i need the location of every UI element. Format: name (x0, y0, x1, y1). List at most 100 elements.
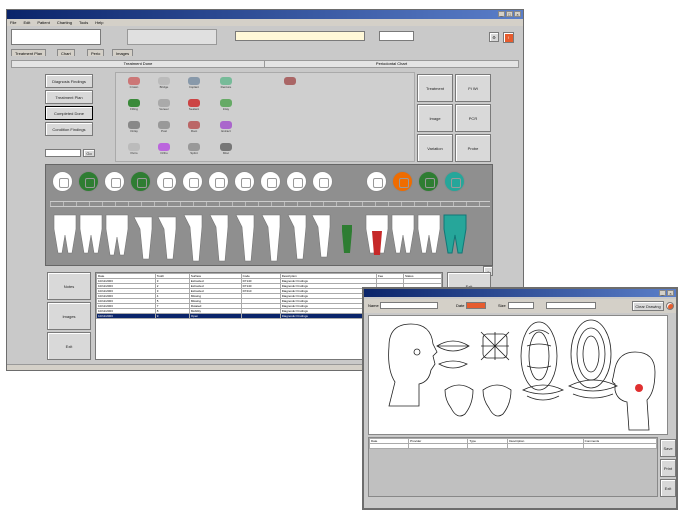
toothbrush-icon[interactable] (276, 75, 304, 97)
info-field[interactable] (235, 31, 365, 41)
tooth-occlusal[interactable] (260, 171, 281, 192)
tooth-occlusal[interactable] (234, 171, 255, 192)
table-cell (408, 443, 469, 449)
ortho-icon[interactable]: Ortho (150, 141, 178, 163)
inlay-icon[interactable]: Inlay (212, 97, 240, 119)
tooth-occlusal[interactable] (312, 171, 333, 192)
date-label: Date (456, 303, 465, 308)
post-icon[interactable]: Post (150, 119, 178, 141)
tooth-occlusal[interactable] (366, 171, 387, 192)
tab-chart[interactable]: Chart (57, 49, 75, 56)
alert-icon[interactable]: ! (503, 32, 514, 43)
condition-findings-button[interactable]: Condition Findings (45, 122, 93, 136)
tooth-occlusal[interactable] (52, 171, 73, 192)
tooth-occlusal[interactable] (156, 171, 177, 192)
name-field[interactable] (380, 302, 438, 309)
tooth-occlusal[interactable] (130, 171, 151, 192)
code-input[interactable] (45, 149, 81, 157)
menu-help[interactable]: Help (95, 19, 103, 26)
exit-image-button[interactable]: Exit (660, 479, 676, 497)
variation-button[interactable]: Variation (417, 134, 453, 162)
main-title-bar: _ □ × (7, 10, 523, 19)
procedure-icon-palette: Crown Bridge Implant Denture Filling Ven… (115, 72, 415, 162)
maximize-icon[interactable]: □ (506, 11, 513, 17)
minimize-icon[interactable]: _ (498, 11, 505, 17)
table-cell: 9 (154, 313, 190, 319)
sealant-label: Sealant (188, 107, 200, 111)
exit-left-button[interactable]: Exit (47, 332, 91, 360)
ft-wt-button[interactable]: Ft Wt (455, 74, 491, 102)
perio-label: Perio (130, 151, 138, 155)
pcr-button[interactable]: PCR (455, 104, 491, 132)
tab-images[interactable]: Images (112, 49, 134, 56)
tooth-occlusal[interactable] (444, 171, 465, 192)
filling-icon[interactable]: Filling (120, 97, 148, 119)
table-cell (240, 313, 281, 319)
size-field[interactable] (508, 302, 534, 309)
sealant-icon[interactable]: Sealant (180, 97, 208, 119)
close-icon[interactable]: × (514, 11, 521, 17)
patient-field[interactable] (11, 29, 101, 45)
table-cell (507, 443, 584, 449)
tooth-chart[interactable] (45, 164, 493, 266)
image-title-bar: _ × (364, 289, 676, 297)
treatment-button[interactable]: Treatment (417, 74, 453, 102)
tab-perio[interactable]: Perio (87, 49, 105, 56)
menu-tools[interactable]: Tools (79, 19, 88, 26)
table-row[interactable] (369, 443, 657, 449)
menu-edit[interactable]: Edit (23, 19, 30, 26)
inlay-label: Inlay (222, 107, 230, 111)
implant-icon[interactable]: Implant (180, 75, 208, 97)
onlay-icon[interactable]: Onlay (120, 119, 148, 141)
image-drawing-window: _ × Name Date Size Clear Drawing Date Pr… (362, 287, 678, 510)
bridge-label: Bridge (159, 85, 169, 89)
table-cell (467, 443, 509, 449)
patient-info-block (127, 29, 217, 45)
minimize-icon[interactable]: _ (659, 290, 666, 296)
tooth-occlusal[interactable] (392, 171, 413, 192)
menu-file[interactable]: File (10, 19, 16, 26)
misc-icon[interactable]: Misc (212, 141, 240, 163)
tooth-occlusal[interactable] (208, 171, 229, 192)
gear-icon[interactable]: ⚙ (489, 32, 499, 42)
filling-label: Filling (130, 107, 138, 111)
record-icon[interactable] (666, 302, 674, 310)
status-field (379, 31, 414, 41)
root-icon[interactable]: Root (180, 119, 208, 141)
extract-icon[interactable]: Extract (212, 119, 240, 141)
crown-icon[interactable]: Crown (120, 75, 148, 97)
ortho-label: Ortho (160, 151, 168, 155)
image-button[interactable]: Image (417, 104, 453, 132)
drawing-canvas[interactable] (368, 315, 668, 435)
tab-treatment-plan[interactable]: Treatment Plan (11, 49, 47, 56)
notes-button[interactable]: Notes (47, 272, 91, 300)
tooth-occlusal[interactable] (104, 171, 125, 192)
print-button[interactable]: Print (660, 459, 676, 477)
tooth-occlusal[interactable] (418, 171, 439, 192)
go-button[interactable]: Go (83, 149, 95, 157)
treatment-plan-button[interactable]: Treatment Plan (45, 90, 93, 104)
denture-icon[interactable]: Denture (212, 75, 240, 97)
onlay-label: Onlay (130, 129, 138, 133)
menu-patient[interactable]: Patient (37, 19, 49, 26)
splint-icon[interactable]: Splint (180, 141, 208, 163)
completed-done-button[interactable]: Completed Done (45, 106, 93, 120)
close-icon[interactable]: × (667, 290, 674, 296)
probe-button[interactable]: Probe (455, 134, 491, 162)
clear-drawing-button[interactable]: Clear Drawing (632, 301, 664, 311)
bridge-icon[interactable]: Bridge (150, 75, 178, 97)
table-cell (369, 443, 410, 449)
veneer-icon[interactable]: Veneer (150, 97, 178, 119)
menu-charting[interactable]: Charting (57, 19, 72, 26)
images-button[interactable]: Images (47, 302, 91, 330)
tooth-occlusal[interactable] (286, 171, 307, 192)
perio-icon[interactable]: Perio (120, 141, 148, 163)
diagnosis-findings-button[interactable]: Diagnosis Findings (45, 74, 93, 88)
size-label: Size (498, 303, 506, 308)
blank-field[interactable] (546, 302, 596, 309)
tooth-occlusal[interactable] (182, 171, 203, 192)
save-button[interactable]: Save (660, 439, 676, 457)
date-field[interactable] (466, 302, 486, 309)
tooth-occlusal[interactable] (78, 171, 99, 192)
post-label: Post (160, 129, 167, 133)
